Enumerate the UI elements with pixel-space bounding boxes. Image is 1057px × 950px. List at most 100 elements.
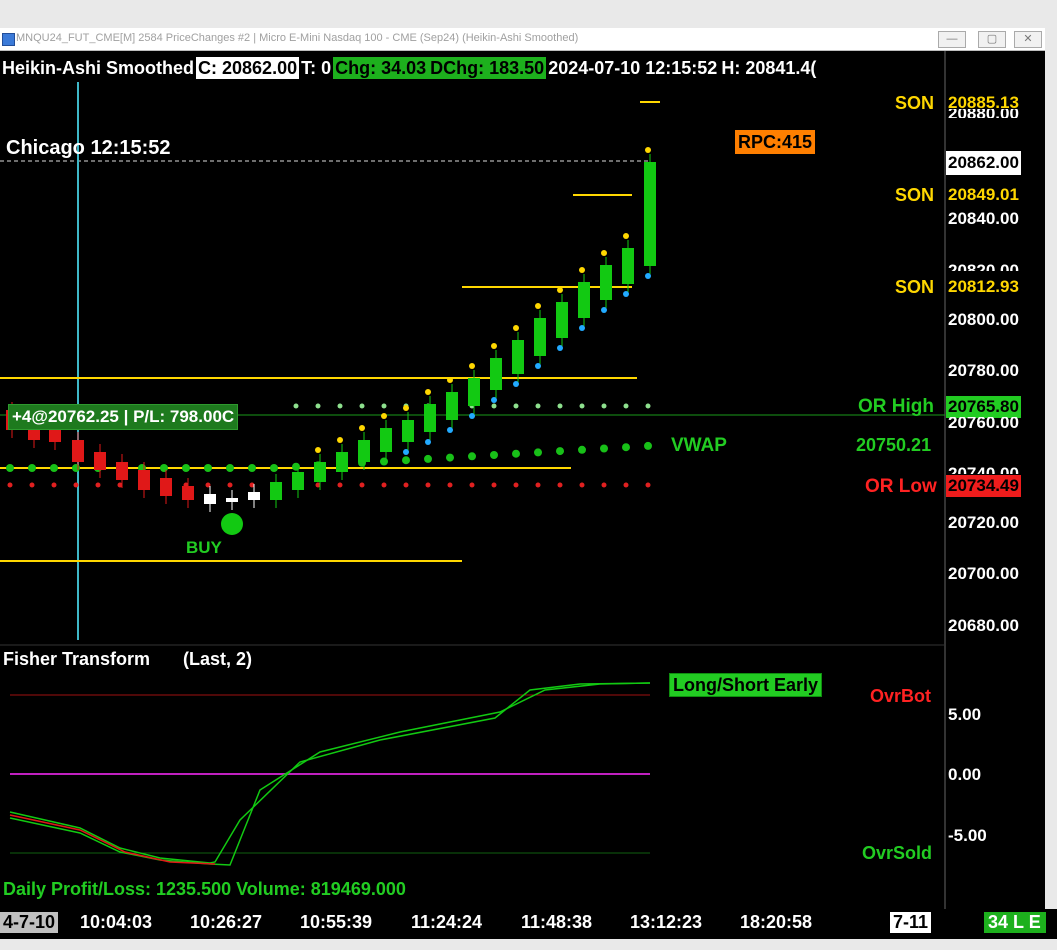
high-dot — [535, 303, 541, 309]
or-low-dot — [51, 482, 57, 488]
high-dot — [337, 437, 343, 443]
ovrbot-label: OvrBot — [870, 686, 932, 706]
price-axis-20800: 20800.00 — [948, 310, 1019, 329]
high-dot — [579, 267, 585, 273]
price-axis-20680: 20680.00 — [948, 616, 1019, 635]
candle-body — [644, 162, 656, 266]
candle-body — [336, 452, 348, 472]
vwap-dot — [424, 454, 432, 463]
or-low-dot — [623, 482, 629, 488]
or-high-dot — [623, 403, 629, 409]
or-low-label: OR Low — [865, 476, 937, 497]
or-low-dot — [469, 482, 475, 488]
vwap-value: 20750.21 — [856, 435, 932, 455]
position-label[interactable]: +4@20762.25 | P/L: 798.00C — [8, 404, 239, 430]
candle-body — [182, 486, 194, 500]
fisher-axis-5: 5.00 — [948, 705, 982, 724]
or-low-dot — [7, 482, 13, 488]
or-high-label: OR High — [858, 396, 934, 417]
or-low-dot — [73, 482, 79, 488]
low-dot — [425, 439, 431, 445]
fisher-params: (Last, 2) — [183, 649, 253, 669]
candle-body — [402, 420, 414, 442]
change-value: Chg: 34.03 — [333, 57, 429, 79]
low-dot — [623, 291, 629, 297]
time-label-5: 11:48:38 — [521, 912, 593, 932]
candle-body — [556, 302, 568, 338]
high-dot — [447, 377, 453, 383]
or-low-dot — [29, 482, 35, 488]
chart-header: Heikin-Ashi Smoothed C: 20862.00 T: 0 Chg: … — [0, 57, 818, 81]
low-dot — [513, 381, 519, 387]
candle-body — [446, 392, 458, 420]
vwap-label: VWAP — [671, 435, 727, 456]
candle-body — [248, 492, 260, 500]
candle-body — [270, 482, 282, 500]
high-dot — [557, 287, 563, 293]
price-axis-20720: 20720.00 — [948, 513, 1019, 532]
ticks-value: T: 0 — [301, 58, 332, 78]
low-dot — [447, 427, 453, 433]
time-label-4: 11:24:24 — [411, 912, 483, 932]
high-dot — [381, 413, 387, 419]
candle-body — [314, 462, 326, 482]
or-high-dot — [315, 403, 321, 409]
candle-body — [468, 378, 480, 406]
or-high-dot — [579, 403, 585, 409]
high-dot — [513, 325, 519, 331]
vwap-dot — [182, 464, 190, 472]
low-dot — [403, 449, 409, 455]
son-label-1: SON — [895, 93, 935, 113]
candle-body — [116, 462, 128, 480]
datetime-value: 2024-07-10 12:15:52 — [548, 58, 718, 78]
or-low-dot — [359, 482, 365, 488]
or-low-value: 20734.49 — [946, 475, 1021, 497]
price-axis-20780: 20780.00 — [948, 361, 1019, 380]
or-low-dot — [645, 482, 651, 488]
or-high-dot — [645, 403, 651, 409]
low-dot — [645, 273, 651, 279]
son-label-3: SON — [895, 277, 935, 297]
candle-body — [380, 428, 392, 452]
or-high-dot — [491, 403, 497, 409]
candle-body — [512, 340, 524, 374]
vwap-dot — [248, 464, 256, 472]
low-dot — [469, 413, 475, 419]
or-low-dot — [337, 482, 343, 488]
or-high-dot — [381, 403, 387, 409]
vwap-dot — [6, 464, 14, 472]
vwap-dot — [160, 464, 168, 472]
candle-body — [160, 478, 172, 496]
son-value-2: 20849.01 — [948, 185, 1019, 204]
low-dot — [557, 345, 563, 351]
candle-body — [292, 472, 304, 490]
candle-body — [490, 358, 502, 390]
or-high-value: 20765.80 — [946, 396, 1021, 418]
or-low-dot — [513, 482, 519, 488]
date-left-tag: 4-7-10 — [0, 912, 59, 933]
fisher-axis-0: 0.00 — [948, 765, 982, 784]
vwap-dot — [28, 464, 36, 472]
date-right-tag: 7-11 — [890, 912, 932, 933]
price-axis-20700: 20700.00 — [948, 564, 1019, 583]
status-indicator[interactable]: 34 L E — [984, 912, 1046, 933]
low-dot — [601, 307, 607, 313]
or-high-dot — [293, 403, 299, 409]
close-value: C: 20862.00 — [196, 57, 300, 79]
low-dot — [579, 325, 585, 331]
ovrsold-label: OvrSold — [862, 843, 933, 863]
time-label-1: 10:04:03 — [80, 912, 153, 932]
or-high-dot — [513, 403, 519, 409]
high-dot — [623, 233, 629, 239]
clock-label: Chicago 12:15:52 — [6, 137, 171, 159]
or-high-dot — [535, 403, 541, 409]
vwap-dot — [512, 449, 520, 458]
candle-body — [358, 440, 370, 462]
high-dot — [315, 447, 321, 453]
candle-body — [578, 282, 590, 318]
or-low-dot — [425, 482, 431, 488]
or-low-dot — [403, 482, 409, 488]
candle-body — [424, 404, 436, 432]
high-dot — [645, 147, 651, 153]
vwap-dot — [490, 451, 498, 459]
